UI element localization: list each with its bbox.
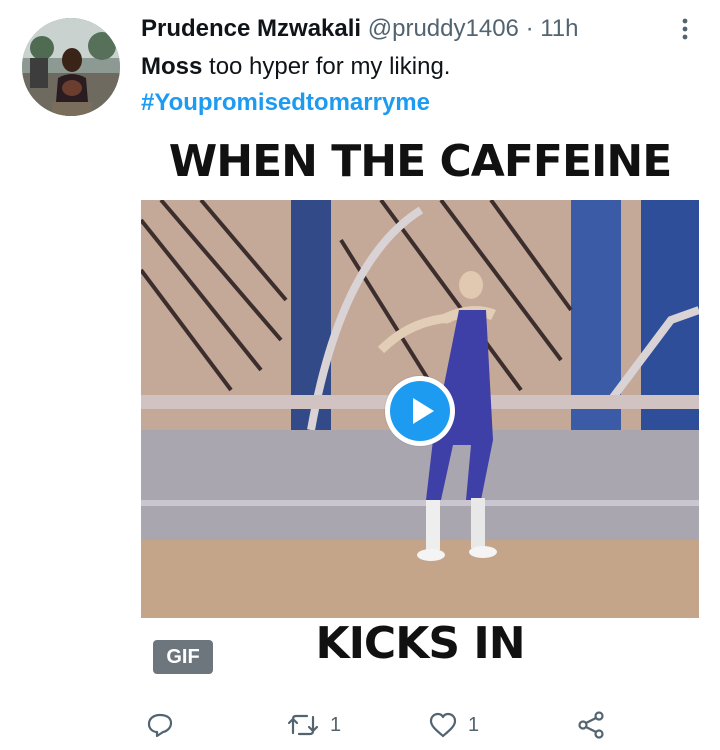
reply-button[interactable]	[146, 706, 184, 744]
tweet-text-bold: Moss	[141, 53, 203, 80]
timestamp[interactable]: 11h	[540, 15, 578, 42]
avatar[interactable]	[22, 18, 120, 116]
like-icon	[429, 712, 457, 738]
tweet-text: Moss too hyper for my liking.	[141, 50, 450, 84]
retweet-count: 1	[330, 713, 342, 736]
separator: ·	[525, 15, 534, 42]
action-bar: 1 1	[0, 706, 720, 746]
like-count: 1	[468, 713, 480, 736]
tweet-header: Prudence Mzwakali @pruddy1406 · 11h	[141, 12, 579, 46]
gif-badge: GIF	[153, 640, 213, 674]
tweet-text-rest: too hyper for my liking.	[202, 53, 451, 80]
share-button[interactable]	[576, 706, 606, 744]
gif-media[interactable]: WHEN THE CAFFEINE KICKS IN GIF	[141, 128, 699, 690]
hashtag-link[interactable]: #Youpromisedtomarryme	[141, 86, 430, 120]
handle[interactable]: @pruddy1406	[368, 15, 519, 42]
like-button[interactable]: 1	[428, 706, 479, 744]
caption-top: WHEN THE CAFFEINE	[168, 136, 673, 187]
caption-bottom: KICKS IN	[315, 618, 525, 669]
play-icon	[390, 381, 450, 441]
reply-icon	[147, 713, 173, 738]
more-icon[interactable]	[670, 14, 700, 44]
display-name[interactable]: Prudence Mzwakali	[141, 15, 361, 42]
share-icon	[578, 711, 604, 739]
retweet-button[interactable]: 1	[286, 706, 341, 744]
retweet-icon	[287, 714, 319, 736]
play-button[interactable]	[385, 376, 455, 446]
